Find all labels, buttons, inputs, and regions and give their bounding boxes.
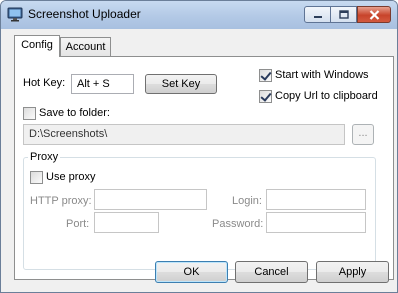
password-label: Password: — [212, 218, 264, 230]
login-label: Login: — [232, 195, 262, 207]
login-field[interactable] — [266, 189, 366, 210]
minimize-icon — [313, 11, 323, 19]
cancel-button[interactable]: Cancel — [235, 261, 308, 283]
tab-config[interactable]: Config — [14, 35, 60, 57]
http-proxy-label: HTTP proxy: — [30, 195, 92, 207]
ok-button[interactable]: OK — [155, 261, 228, 283]
browse-button[interactable]: ... — [352, 124, 374, 145]
monitor-icon — [7, 6, 23, 22]
maximize-icon — [338, 10, 349, 19]
start-with-windows-checkbox[interactable] — [259, 69, 272, 82]
maximize-button[interactable] — [331, 6, 357, 23]
minimize-button[interactable] — [304, 6, 331, 23]
window-title: Screenshot Uploader — [28, 7, 141, 21]
close-icon — [369, 9, 380, 20]
main-window: Screenshot Uploader Config Account Hot K… — [0, 0, 398, 293]
close-button[interactable] — [357, 6, 391, 23]
save-to-folder-label: Save to folder: — [39, 107, 110, 119]
dialog-body: Config Account Hot Key: Alt + S Set Key … — [7, 30, 394, 285]
copy-url-checkbox[interactable] — [259, 90, 272, 103]
apply-button[interactable]: Apply — [316, 261, 389, 283]
title-bar[interactable]: Screenshot Uploader — [1, 1, 397, 29]
folder-path-field[interactable]: D:\Screenshots\ — [23, 124, 345, 145]
config-panel: Hot Key: Alt + S Set Key Start with Wind… — [14, 56, 394, 280]
hotkey-label: Hot Key: — [23, 77, 66, 89]
port-label: Port: — [66, 218, 90, 230]
password-field[interactable] — [266, 212, 366, 233]
proxy-group-label: Proxy — [28, 151, 61, 163]
tab-account[interactable]: Account — [60, 37, 111, 57]
http-proxy-field[interactable] — [94, 189, 207, 210]
start-with-windows-label: Start with Windows — [275, 69, 369, 81]
save-to-folder-checkbox[interactable] — [23, 107, 36, 120]
copy-url-label: Copy Url to clipboard — [275, 90, 378, 102]
use-proxy-label: Use proxy — [46, 171, 96, 183]
port-field[interactable] — [94, 212, 159, 233]
use-proxy-checkbox[interactable] — [30, 171, 43, 184]
set-key-button[interactable]: Set Key — [145, 74, 217, 94]
hotkey-field[interactable]: Alt + S — [71, 74, 134, 94]
